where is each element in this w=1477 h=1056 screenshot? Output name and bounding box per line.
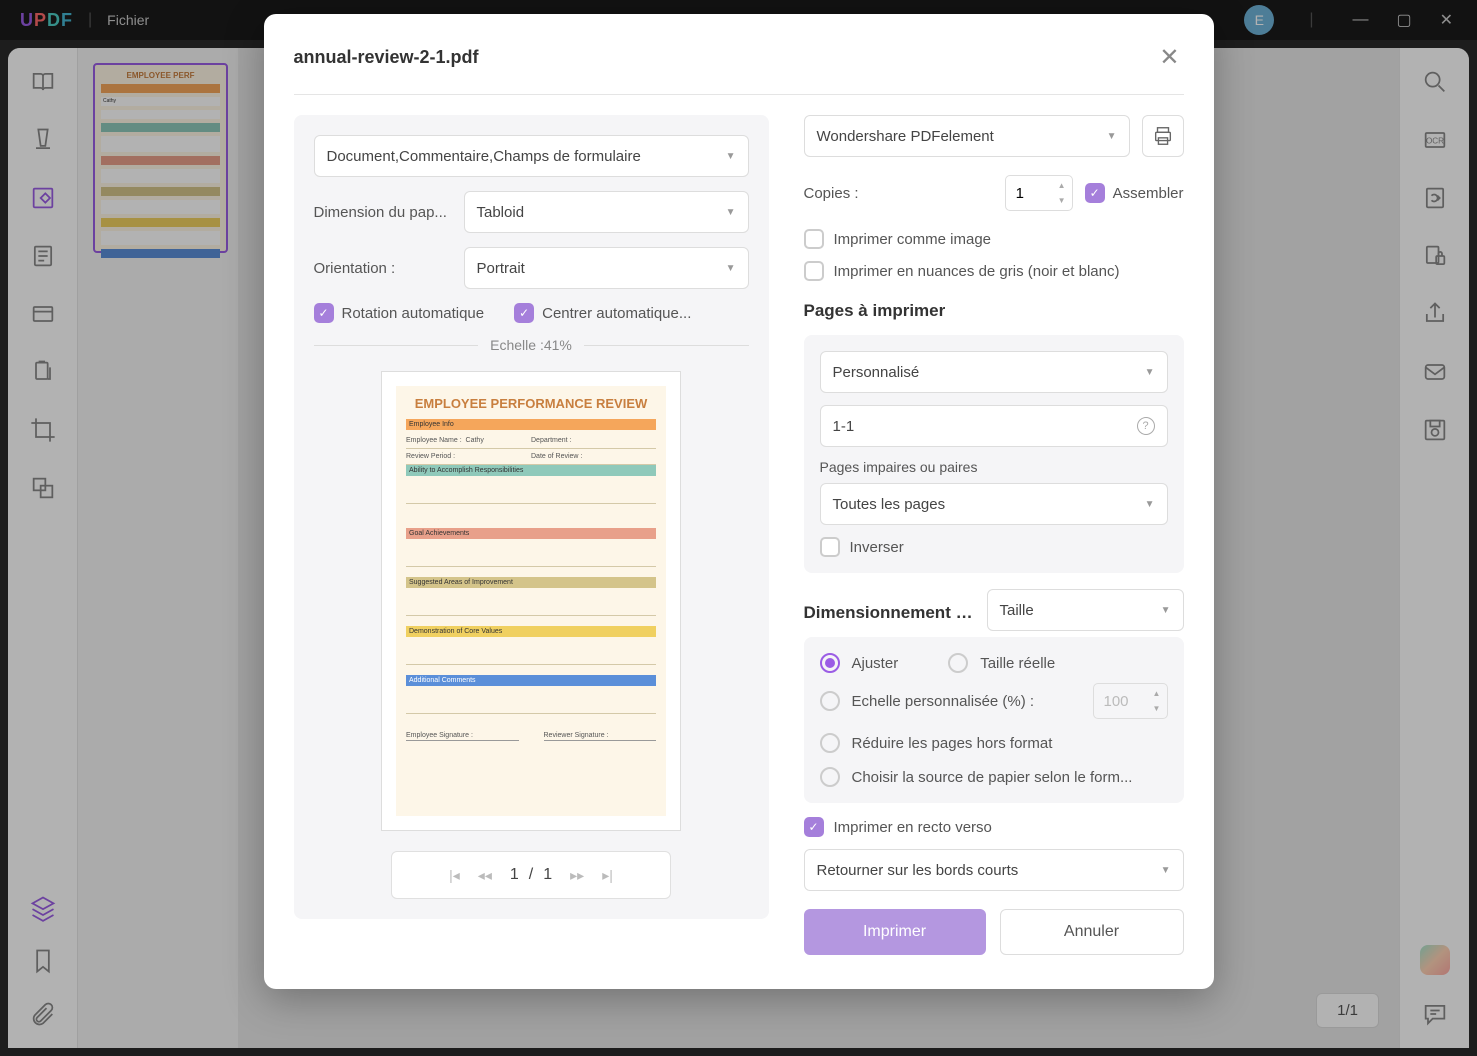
pages-mode-select[interactable]: Personnalisé▼ [820, 351, 1168, 393]
auto-center-checkbox[interactable]: ✓Centrer automatique... [514, 303, 691, 323]
copies-input[interactable]: 1▲▼ [1005, 175, 1073, 211]
printer-select[interactable]: Wondershare PDFelement▼ [804, 115, 1130, 157]
paper-label: Dimension du pap... [314, 204, 454, 221]
odd-even-label: Pages impaires ou paires [820, 459, 1168, 475]
orientation-label: Orientation : [314, 260, 454, 277]
printer-settings-icon[interactable] [1142, 115, 1184, 157]
shrink-radio[interactable]: Réduire les pages hors format [820, 733, 1168, 753]
reverse-checkbox[interactable]: Inverser [820, 537, 1168, 557]
print-grayscale-checkbox[interactable]: Imprimer en nuances de gris (noir et bla… [804, 261, 1184, 281]
actual-size-radio[interactable]: Taille réelle [948, 653, 1055, 673]
print-button[interactable]: Imprimer [804, 909, 986, 955]
copies-label: Copies : [804, 185, 859, 202]
custom-scale-input[interactable]: 100▲▼ [1093, 683, 1168, 719]
auto-rotate-checkbox[interactable]: ✓Rotation automatique [314, 303, 485, 323]
pages-heading: Pages à imprimer [804, 301, 1184, 321]
cancel-button[interactable]: Annuler [1000, 909, 1184, 955]
content-select[interactable]: Document,Commentaire,Champs de formulair… [314, 135, 749, 177]
paper-select[interactable]: Tabloid▼ [464, 191, 749, 233]
preview-paginator: |◂ ◂◂ 1/1 ▸▸ ▸| [391, 851, 671, 899]
print-preview: EMPLOYEE PERFORMANCE REVIEW Employee Inf… [381, 371, 681, 831]
orientation-select[interactable]: Portrait▼ [464, 247, 749, 289]
help-icon[interactable]: ? [1137, 417, 1155, 435]
modal-overlay: annual-review-2-1.pdf ✕ Document,Comment… [0, 0, 1477, 1056]
collate-checkbox[interactable]: ✓Assembler [1085, 183, 1184, 203]
sizing-heading: Dimensionnement et gestio... [804, 603, 975, 623]
prev-page-button[interactable]: ◂◂ [478, 867, 492, 884]
fit-radio[interactable]: Ajuster [820, 653, 899, 673]
odd-even-select[interactable]: Toutes les pages▼ [820, 483, 1168, 525]
print-dialog: annual-review-2-1.pdf ✕ Document,Comment… [264, 14, 1214, 989]
first-page-button[interactable]: |◂ [449, 867, 460, 884]
sizing-select[interactable]: Taille▼ [987, 589, 1184, 631]
next-page-button[interactable]: ▸▸ [570, 867, 584, 884]
duplex-checkbox[interactable]: ✓Imprimer en recto verso [804, 817, 1184, 837]
choose-source-radio[interactable]: Choisir la source de papier selon le for… [820, 767, 1168, 787]
last-page-button[interactable]: ▸| [602, 867, 613, 884]
close-icon[interactable]: ✕ [1155, 39, 1183, 76]
flip-select[interactable]: Retourner sur les bords courts▼ [804, 849, 1184, 891]
scale-label: Echelle :41% [478, 337, 584, 353]
pages-range-input[interactable]: 1-1? [820, 405, 1168, 447]
custom-scale-radio[interactable]: Echelle personnalisée (%) : 100▲▼ [820, 683, 1168, 719]
print-as-image-checkbox[interactable]: Imprimer comme image [804, 229, 1184, 249]
modal-title: annual-review-2-1.pdf [294, 47, 479, 68]
